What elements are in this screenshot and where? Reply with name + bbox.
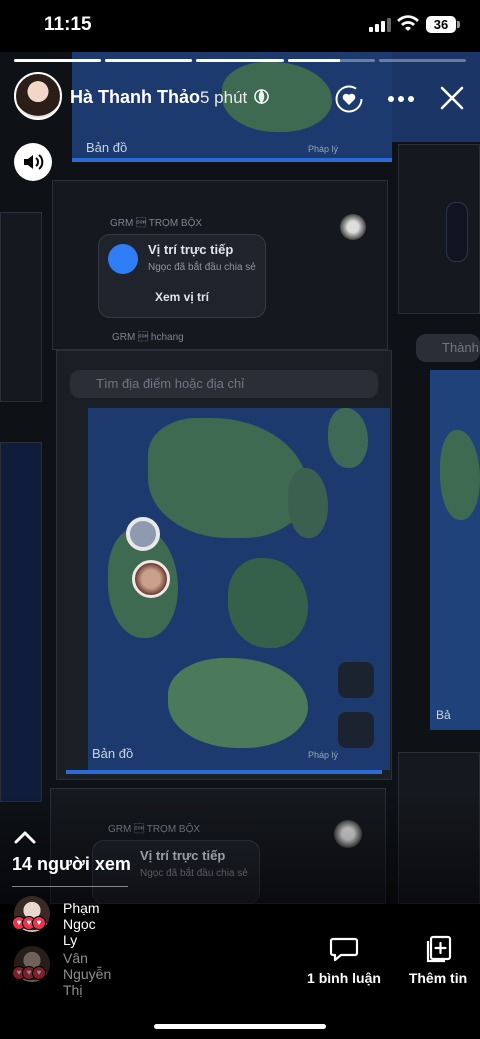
author-name[interactable]: Hà Thanh Thảo [70,87,200,108]
progress-segment [14,59,102,62]
viewer-reactions: ♥ ♥ ♥ [12,966,46,982]
location-arrow-icon [108,244,138,274]
story-progress [14,59,467,62]
add-story-button[interactable]: Thêm tin [402,934,474,986]
progress-segment [378,59,467,62]
close-icon[interactable] [440,86,464,110]
comments-label: 1 bình luận [307,970,381,986]
progress-segment [105,59,193,62]
map-location-button [338,662,374,698]
heart-reaction-icon: ♥ [32,916,46,930]
comments-button[interactable]: 1 bình luận [300,934,388,986]
right-search-chip: Thành T [416,334,480,383]
sound-toggle[interactable] [14,143,52,181]
viewers-divider [12,886,128,887]
progress-segment [287,59,375,62]
legal-label: Pháp lý [308,144,339,154]
add-story-icon [426,935,452,963]
status-time: 11:15 [44,14,92,35]
viewer-reactions: ♥ ♥ ♥ [12,916,46,932]
maps-label-bottom: Bản đồ [92,746,134,761]
viewer-name: Vân Nguyễn Thị [63,950,112,998]
map-pin-avatar [132,560,170,598]
speaker-icon [24,154,44,170]
live-location-title: Vị trí trực tiếp [148,242,234,257]
view-location-button: Xem vị trí [154,290,210,304]
glow-dot [340,214,366,240]
post-time: 5 phút [200,88,248,107]
map-control-right [446,202,468,262]
map-compass-button [338,712,374,748]
maps-label: Bản đồ [86,140,128,155]
add-story-label: Thêm tin [408,970,468,986]
tag-top-1: GRM  TRỌM BỘX [110,218,203,229]
wifi-icon [397,15,419,31]
battery-cap [457,21,460,28]
viewers-count[interactable]: 14 người xem [12,854,131,875]
author-avatar[interactable] [14,72,62,120]
legal-label-bottom: Pháp lý [308,750,339,760]
progress-segment [196,59,284,62]
tag-top-2: GRM  hchang [112,332,184,343]
battery-indicator: 36 [426,16,456,33]
viewer-panel: ♥ ♥ ♥ Phạm Ngọc Ly ♥ ♥ ♥ Vân Nguyễn Thị … [0,896,480,1039]
map-tile-right-middle [430,370,480,730]
panel-left-lower [0,442,42,802]
globe-icon [254,89,269,104]
heart-reaction-icon: ♥ [32,966,46,980]
live-location-subtitle: Ngọc đã bắt đầu chia sẻ [148,262,256,273]
signal-icon [369,18,391,32]
chevron-up-icon[interactable] [14,830,36,844]
more-icon[interactable] [386,89,416,109]
panel-left-upper [0,212,42,402]
heart-icon[interactable] [334,84,364,114]
story-media[interactable]: Bản đồ Pháp lý GRM  TRỌM BỘX Vị trí trự… [0,52,480,904]
map-pin-ring [126,517,160,551]
map-bottom-bar [66,770,382,774]
viewer-name: Phạm Ngọc Ly [63,900,100,948]
comment-icon [329,937,359,962]
status-bar: 11:15 36 [0,0,480,52]
maps-label-right: Bả [436,708,451,722]
bottom-fade [0,792,480,904]
map-search-bar: Tìm địa điểm hoặc địa chỉ [70,370,378,398]
home-indicator[interactable] [154,1024,326,1029]
